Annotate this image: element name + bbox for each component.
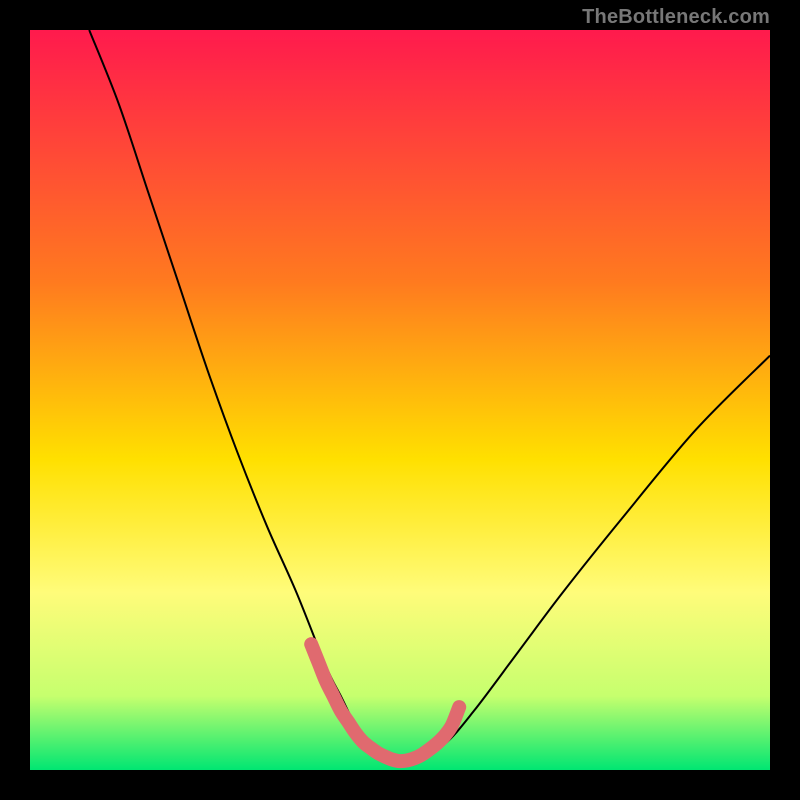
chart-frame bbox=[30, 30, 770, 770]
chart-background bbox=[30, 30, 770, 770]
watermark-label: TheBottleneck.com bbox=[582, 6, 770, 29]
bottleneck-chart bbox=[30, 30, 770, 770]
